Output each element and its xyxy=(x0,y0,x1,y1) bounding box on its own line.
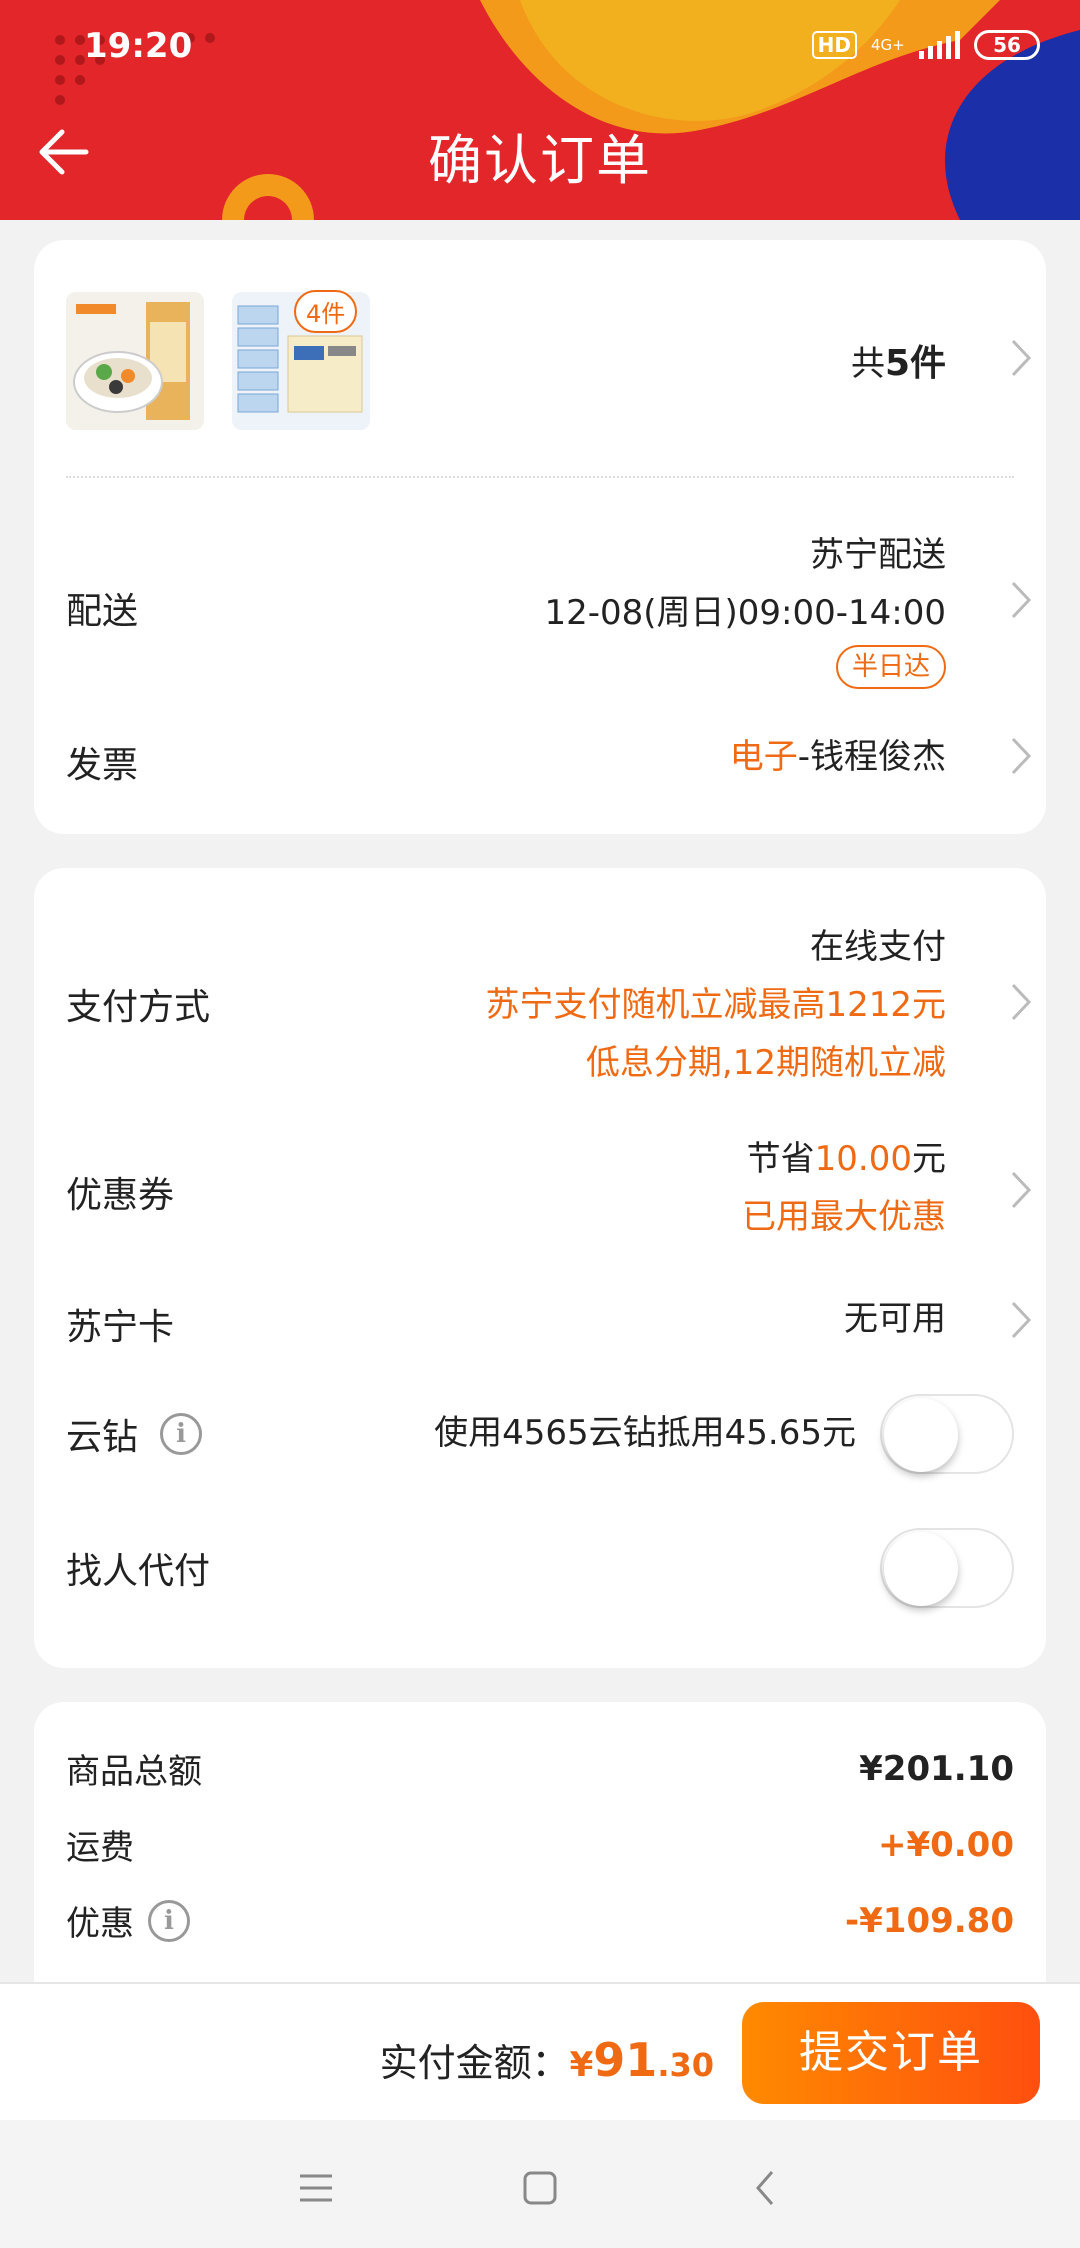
pay-for-me-toggle[interactable] xyxy=(880,1528,1014,1608)
coupon-save-suffix: 元 xyxy=(912,1139,946,1179)
page-title: 确认订单 xyxy=(428,129,652,192)
chevron-right-icon[interactable] xyxy=(1010,1170,1032,1210)
cloud-diamond-label: 云钻 xyxy=(66,1417,139,1458)
summary-card: 商品总额 ¥201.10 运费 +¥0.00 优惠 i -¥109.80 xyxy=(34,1702,1046,2022)
coupon-label: 优惠券 xyxy=(66,1175,175,1216)
chevron-right-icon[interactable] xyxy=(1010,338,1032,378)
discount-label: 优惠 xyxy=(66,1904,134,1944)
delivery-time: 12-08(周日)09:00-14:00 xyxy=(544,593,946,633)
pay-for-me-label: 找人代付 xyxy=(66,1551,211,1592)
shipping-label: 运费 xyxy=(66,1828,134,1868)
payment-promo-2: 低息分期,12期随机立减 xyxy=(585,1043,946,1083)
suning-card-value[interactable]: 无可用 xyxy=(844,1290,946,1348)
goods-total-row: 商品总额 ¥201.10 xyxy=(66,1744,1014,1793)
coupon-status: 已用最大优惠 xyxy=(742,1197,946,1237)
invoice-type: 电子 xyxy=(729,737,798,777)
toggle-knob xyxy=(884,1398,958,1472)
order-info-card: 4件 共5件 配送 苏宁配送 12-08(周日)09:00-14:00 半日达 … xyxy=(34,240,1046,834)
chevron-right-icon[interactable] xyxy=(1010,1300,1032,1340)
menu-icon[interactable] xyxy=(286,2158,346,2218)
signal-icon xyxy=(919,31,960,59)
cloud-diamond-toggle[interactable] xyxy=(880,1394,1014,1474)
total-number: 5件 xyxy=(884,343,946,384)
payment-label: 支付方式 xyxy=(66,987,211,1028)
divider xyxy=(66,476,1014,478)
submit-order-button[interactable]: 提交订单 xyxy=(742,2002,1040,2104)
goods-total-value: ¥201.10 xyxy=(859,1748,1014,1789)
goods-total-label: 商品总额 xyxy=(66,1752,202,1792)
toggle-knob xyxy=(884,1532,958,1606)
chevron-right-icon[interactable] xyxy=(1010,580,1032,620)
payment-card: 支付方式 在线支付 苏宁支付随机立减最高1212元 低息分期,12期随机立减 优… xyxy=(34,868,1046,1668)
status-icons: HD 4G+ 56 xyxy=(811,30,1040,60)
info-icon[interactable]: i xyxy=(160,1413,203,1455)
pay-label: 实付金额： xyxy=(379,2041,570,2085)
back-icon[interactable] xyxy=(736,2158,796,2218)
chevron-right-icon[interactable] xyxy=(1010,982,1032,1022)
system-nav-bar xyxy=(0,2120,1080,2248)
delivery-label: 配送 xyxy=(66,591,139,632)
suning-card-label: 苏宁卡 xyxy=(66,1307,175,1348)
delivery-carrier: 苏宁配送 xyxy=(810,535,946,575)
delivery-info[interactable]: 苏宁配送 12-08(周日)09:00-14:00 半日达 xyxy=(544,526,946,689)
pay-yen: ¥ xyxy=(569,2045,594,2085)
network-type: 4G+ xyxy=(871,36,905,54)
cloud-diamond-row: 云钻 i xyxy=(66,1408,203,1460)
total-items[interactable]: 共5件 xyxy=(851,334,946,386)
pay-amount-int: 91 xyxy=(593,2033,658,2087)
checkout-bar: 实付金额：¥91.30 提交订单 xyxy=(0,1982,1080,2120)
pay-amount-dec: .30 xyxy=(657,2046,714,2084)
coupon-info[interactable]: 节省10.00元 已用最大优惠 xyxy=(742,1130,946,1246)
cloud-diamond-text: 使用4565云钻抵用45.65元 xyxy=(434,1413,856,1453)
discount-value: -¥109.80 xyxy=(845,1900,1014,1941)
coupon-save-amount: 10.00 xyxy=(814,1139,912,1179)
invoice-name: -钱程俊杰 xyxy=(797,737,946,777)
product-thumbnail-noodles[interactable] xyxy=(66,292,204,430)
payment-method: 在线支付 xyxy=(810,927,946,967)
items-count-badge: 4件 xyxy=(294,290,358,333)
header: 19:20 HD 4G+ 56 确认订单 xyxy=(0,0,1080,220)
pay-amount: 实付金额：¥91.30 xyxy=(380,2032,714,2087)
payment-promo-1: 苏宁支付随机立减最高1212元 xyxy=(485,985,946,1025)
payment-info[interactable]: 在线支付 苏宁支付随机立减最高1212元 低息分期,12期随机立减 xyxy=(485,918,946,1092)
info-icon[interactable]: i xyxy=(148,1899,190,1942)
chevron-right-icon[interactable] xyxy=(1010,736,1032,776)
hd-icon: HD xyxy=(811,31,857,59)
noodle-product-image xyxy=(66,292,204,430)
invoice-info[interactable]: 电子-钱程俊杰 xyxy=(730,728,946,786)
home-icon[interactable] xyxy=(510,2158,570,2218)
shipping-row: 运费 +¥0.00 xyxy=(66,1820,1014,1869)
discount-row: 优惠 i -¥109.80 xyxy=(66,1896,1014,1945)
half-day-tag: 半日达 xyxy=(835,645,946,689)
total-prefix: 共 xyxy=(850,344,885,384)
battery-icon: 56 xyxy=(974,30,1040,60)
shipping-value: +¥0.00 xyxy=(877,1824,1014,1865)
invoice-label: 发票 xyxy=(66,745,139,786)
coupon-save-prefix: 节省 xyxy=(746,1139,815,1179)
status-time: 19:20 xyxy=(84,26,193,66)
